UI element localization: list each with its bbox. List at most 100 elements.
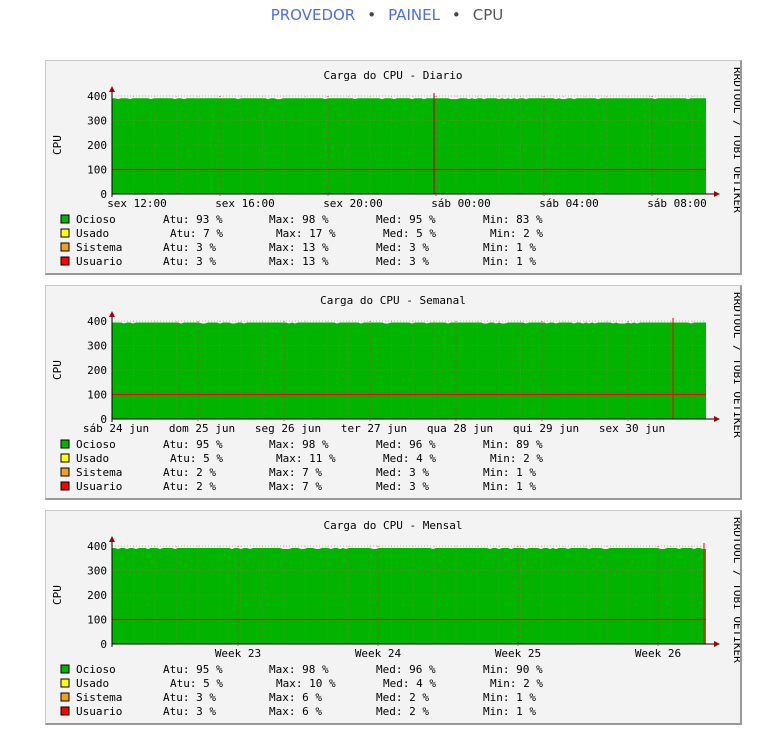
legend-med: Med: 4 % <box>383 677 436 690</box>
legend-max: Max: 6 % <box>269 705 322 718</box>
legend-med: Med: 4 % <box>383 452 436 465</box>
legend-swatch-usuario <box>60 256 70 266</box>
legend-label: Ocioso <box>76 663 116 676</box>
breadcrumb-provedor[interactable]: PROVEDOR <box>271 6 356 24</box>
y-axis-arrow <box>109 536 115 542</box>
legend-min: Min: 1 % <box>483 255 536 268</box>
series-area-ocioso <box>112 98 706 194</box>
legend-atu: Atu: 3 % <box>163 255 216 268</box>
watermark: RRDTOOL / TOBI OETIKER <box>731 517 740 663</box>
legend-label: Usuario <box>76 480 122 493</box>
y-tick-label: 400 <box>87 540 107 553</box>
y-tick-label: 200 <box>87 139 107 152</box>
legend-label: Usado <box>76 452 109 465</box>
x-tick-label: sáb 24 jun <box>83 422 149 435</box>
x-tick-label: qua 28 jun <box>427 422 493 435</box>
legend-atu: Atu: 3 % <box>163 705 216 718</box>
breadcrumb-separator: • <box>367 6 377 24</box>
legend-min: Min: 1 % <box>483 705 536 718</box>
legend-med: Med: 3 % <box>376 480 429 493</box>
x-tick-label: Week 23 <box>215 647 261 660</box>
series-area-ocioso <box>112 322 706 419</box>
watermark: RRDTOOL / TOBI OETIKER <box>731 292 740 438</box>
legend-max: Max: 10 % <box>276 677 336 690</box>
x-axis-arrow <box>714 641 720 647</box>
legend-label: Usuario <box>76 255 122 268</box>
legend-atu: Atu: 2 % <box>163 466 216 479</box>
legend-swatch-usado <box>60 228 70 238</box>
breadcrumb-painel[interactable]: PAINEL <box>388 6 440 24</box>
chart-title: Carga do CPU - Semanal <box>320 294 466 307</box>
legend-atu: Atu: 7 % <box>170 227 223 240</box>
legend-atu: Atu: 3 % <box>163 691 216 704</box>
legend-med: Med: 2 % <box>376 691 429 704</box>
series-area-ocioso <box>112 547 706 644</box>
legend-min: Min: 83 % <box>483 213 543 226</box>
legend-min: Min: 2 % <box>490 452 543 465</box>
x-tick-label: sáb 04:00 <box>539 197 599 210</box>
y-tick-label: 400 <box>87 90 107 103</box>
breadcrumb-separator: • <box>451 6 461 24</box>
x-tick-label: seg 26 jun <box>255 422 321 435</box>
chart-panel-semanal: Carga do CPU - Semanal RRDTOOL / TOBI OET… <box>45 285 742 500</box>
legend-atu: Atu: 5 % <box>170 677 223 690</box>
legend-min: Min: 1 % <box>483 691 536 704</box>
breadcrumb: PROVEDOR • PAINEL • CPU <box>0 6 774 24</box>
legend-atu: Atu: 95 % <box>163 663 223 676</box>
legend-swatch-usado <box>60 453 70 463</box>
legend-max: Max: 13 % <box>269 255 329 268</box>
x-tick-label: qui 29 jun <box>513 422 579 435</box>
chart-title: Carga do CPU - Mensal <box>323 519 462 532</box>
y-tick-label: 200 <box>87 364 107 377</box>
legend-atu: Atu: 5 % <box>170 452 223 465</box>
legend-med: Med: 2 % <box>376 705 429 718</box>
x-tick-label: dom 25 jun <box>169 422 235 435</box>
legend-swatch-usado <box>60 678 70 688</box>
legend-atu: Atu: 93 % <box>163 213 223 226</box>
legend-med: Med: 96 % <box>376 438 436 451</box>
y-axis-label: CPU <box>51 585 64 605</box>
legend-med: Med: 95 % <box>376 213 436 226</box>
legend-label: Ocioso <box>76 438 116 451</box>
y-tick-label: 300 <box>87 565 107 578</box>
legend-label: Usado <box>76 227 109 240</box>
legend-atu: Atu: 95 % <box>163 438 223 451</box>
legend-min: Min: 90 % <box>483 663 543 676</box>
chart-semanal: Carga do CPU - Semanal RRDTOOL / TOBI OET… <box>51 292 740 493</box>
breadcrumb-current: CPU <box>472 6 504 24</box>
y-axis-label: CPU <box>51 360 64 380</box>
legend-max: Max: 7 % <box>269 466 322 479</box>
legend-swatch-ocioso <box>60 439 70 449</box>
legend-label: Usado <box>76 677 109 690</box>
legend-max: Max: 98 % <box>269 213 329 226</box>
chart-panel-mensal: Carga do CPU - Mensal RRDTOOL / TOBI OETI… <box>45 510 742 725</box>
y-tick-label: 300 <box>87 115 107 128</box>
legend-swatch-sistema <box>60 467 70 477</box>
legend-med: Med: 3 % <box>376 241 429 254</box>
legend-min: Min: 2 % <box>490 227 543 240</box>
x-tick-label: ter 27 jun <box>341 422 407 435</box>
legend-swatch-sistema <box>60 692 70 702</box>
legend-max: Max: 11 % <box>276 452 336 465</box>
x-axis-arrow <box>714 416 720 422</box>
legend-med: Med: 5 % <box>383 227 436 240</box>
legend-label: Ocioso <box>76 213 116 226</box>
legend-label: Sistema <box>76 241 122 254</box>
y-tick-label: 100 <box>87 164 107 177</box>
y-tick-label: 300 <box>87 340 107 353</box>
x-tick-label: sáb 08:00 <box>647 197 707 210</box>
x-tick-label: sex 12:00 <box>107 197 167 210</box>
legend-swatch-ocioso <box>60 214 70 224</box>
y-tick-label: 100 <box>87 389 107 402</box>
x-tick-label: sex 20:00 <box>323 197 383 210</box>
y-tick-label: 100 <box>87 614 107 627</box>
legend-min: Min: 1 % <box>483 466 536 479</box>
x-tick-label: sex 30 jun <box>599 422 665 435</box>
y-tick-label: 0 <box>100 638 107 651</box>
x-tick-label: Week 26 <box>635 647 681 660</box>
legend-max: Max: 98 % <box>269 663 329 676</box>
legend-atu: Atu: 3 % <box>163 241 216 254</box>
x-tick-label: sex 16:00 <box>215 197 275 210</box>
legend-label: Sistema <box>76 691 122 704</box>
legend-med: Med: 3 % <box>376 255 429 268</box>
